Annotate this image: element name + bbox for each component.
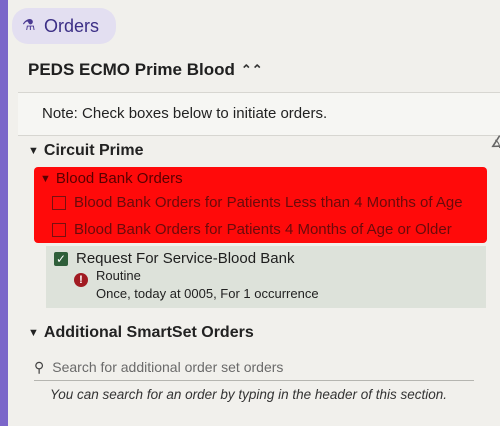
order-row-4-months-or-older[interactable]: Blood Bank Orders for Patients 4 Months … [52,221,452,238]
search-hint-text: You can search for an order by typing in… [50,387,447,402]
section-circuit-prime-label: Circuit Prime [43,142,144,159]
section-circuit-prime[interactable]: ▼ Circuit Prime [28,142,143,160]
double-chevron-up-icon[interactable]: ⌃⌃ [241,62,263,78]
order-set-title[interactable]: PEDS ECMO Prime Blood ⌃⌃ [28,60,263,80]
left-accent-rail [0,0,8,426]
order-label: Blood Bank Orders for Patients 4 Months … [74,221,452,238]
collapse-triangle-icon[interactable]: ▼ [28,145,39,157]
orders-icon: ⚗ [22,17,36,34]
order-checkbox[interactable] [52,222,66,237]
section-additional-smartset-orders[interactable]: ▼ Additional SmartSet Orders [28,324,254,342]
collapse-triangle-icon[interactable]: ▼ [40,173,51,185]
request-for-service-order[interactable]: ✓ Request For Service-Blood Bank ! Routi… [46,246,486,308]
additional-orders-search[interactable]: ⚲ [34,354,474,381]
order-label: Blood Bank Orders for Patients Less than… [74,194,463,211]
search-input[interactable] [50,358,455,376]
note-box: Note: Check boxes below to initiate orde… [18,92,500,136]
note-text: Note: Check boxes below to initiate orde… [42,105,328,122]
search-icon: ⚲ [34,358,45,375]
request-row[interactable]: ✓ Request For Service-Blood Bank [54,250,294,267]
request-frequency: Once, today at 0005, For 1 occurrence [96,286,319,301]
orders-tab[interactable]: ⚗ Orders [12,8,116,44]
request-label: Request For Service-Blood Bank [76,250,295,267]
order-checkbox[interactable] [52,195,66,210]
alert-icon: ! [74,273,88,287]
blood-bank-orders-label: Blood Bank Orders [55,170,183,187]
blood-bank-orders-group: ▼ Blood Bank Orders Blood Bank Orders fo… [34,167,487,243]
blood-bank-orders-header[interactable]: ▼ Blood Bank Orders [40,170,183,187]
request-priority: Routine [96,268,141,283]
collapse-triangle-icon[interactable]: ▼ [28,327,39,339]
orders-tab-label: Orders [44,15,100,36]
order-set-title-text: PEDS ECMO Prime Blood [28,60,235,79]
checkbox-checked-icon[interactable]: ✓ [54,251,68,266]
mouse-cursor-icon: ∡ [490,134,500,151]
order-row-less-than-4-months[interactable]: Blood Bank Orders for Patients Less than… [52,194,463,211]
section-additional-label: Additional SmartSet Orders [43,324,254,341]
